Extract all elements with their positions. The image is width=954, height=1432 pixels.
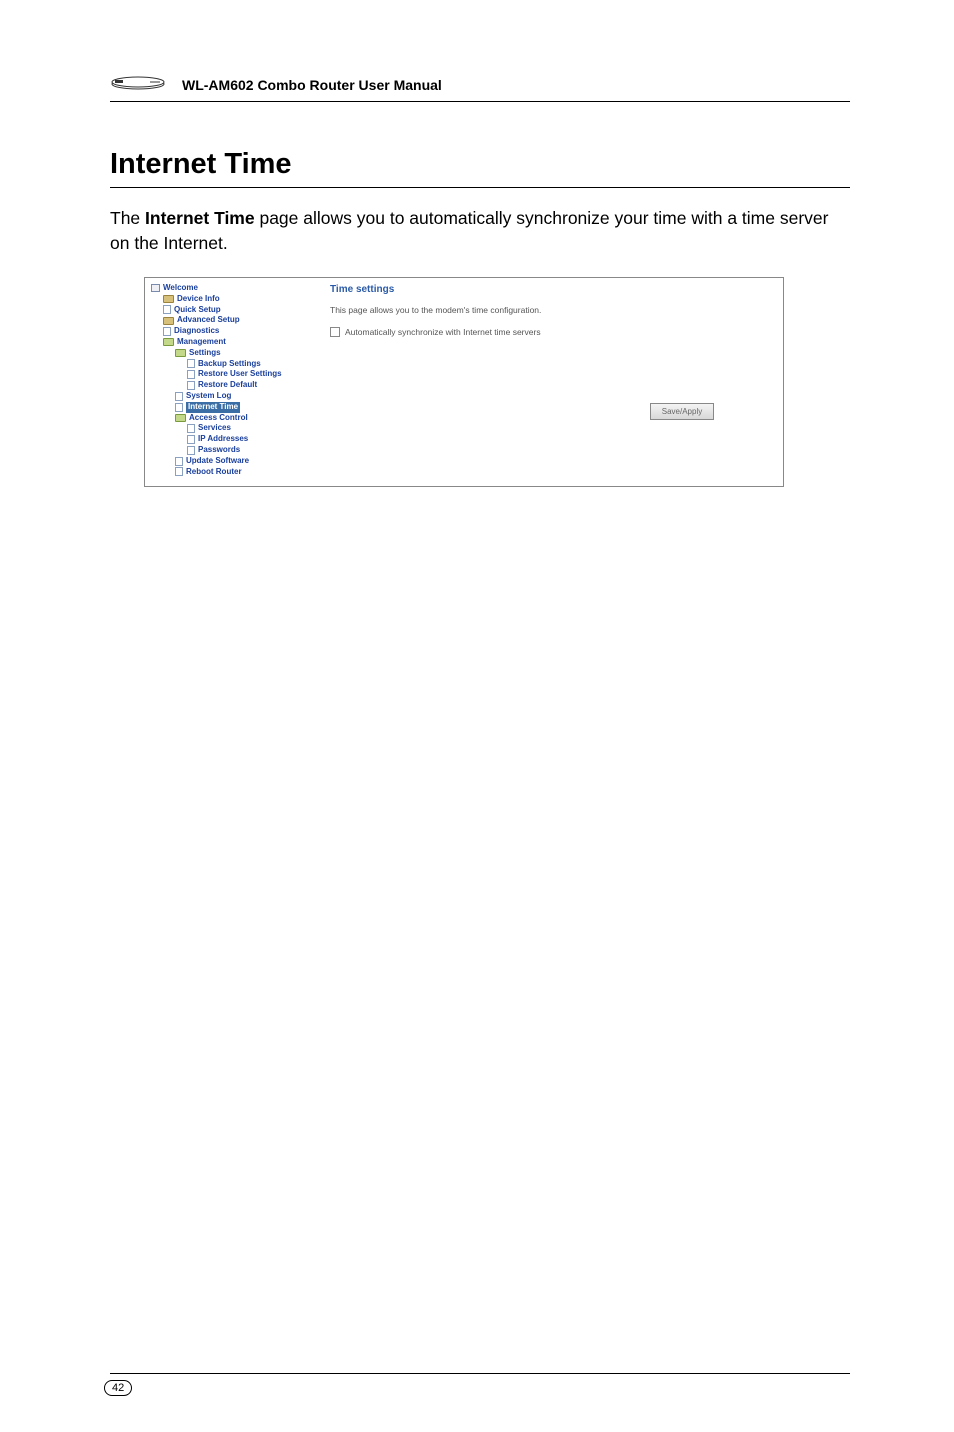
folder-icon: [163, 317, 174, 325]
content-heading: Time settings: [330, 284, 773, 295]
expand-icon: [151, 284, 160, 292]
tree-item-internet-time[interactable]: Internet Time: [151, 402, 320, 413]
page-icon: [163, 327, 171, 336]
tree-item-management[interactable]: Management: [151, 337, 320, 348]
folder-icon: [163, 295, 174, 303]
save-apply-button[interactable]: Save/Apply: [650, 403, 714, 420]
folder-open-icon: [175, 414, 186, 422]
tree-item-restore-default[interactable]: Restore Default: [151, 380, 320, 391]
navigation-tree: Welcome Device Info Quick Setup Advanced…: [145, 278, 320, 486]
page-icon: [187, 370, 195, 379]
manual-title: WL-AM602 Combo Router User Manual: [182, 77, 442, 93]
page-number: 42: [104, 1380, 132, 1396]
folder-open-icon: [175, 349, 186, 357]
tree-root[interactable]: Welcome: [151, 283, 320, 294]
page-icon: [175, 403, 183, 412]
page-icon: [187, 359, 195, 368]
tree-selected-label: Internet Time: [186, 402, 240, 413]
footer-rule: [110, 1373, 850, 1374]
page-icon: [187, 446, 195, 455]
tree-item-backup-settings[interactable]: Backup Settings: [151, 359, 320, 370]
page-icon: [163, 305, 171, 314]
tree-item-quick-setup[interactable]: Quick Setup: [151, 305, 320, 316]
tree-item-restore-user-settings[interactable]: Restore User Settings: [151, 369, 320, 380]
embedded-screenshot: Welcome Device Info Quick Setup Advanced…: [144, 277, 784, 487]
tree-item-settings[interactable]: Settings: [151, 348, 320, 359]
page-content: WL-AM602 Combo Router User Manual Intern…: [110, 72, 850, 487]
page-icon: [187, 381, 195, 390]
tree-item-system-log[interactable]: System Log: [151, 391, 320, 402]
sync-checkbox-label: Automatically synchronize with Internet …: [345, 327, 541, 337]
tree-item-update-software[interactable]: Update Software: [151, 456, 320, 467]
tree-item-passwords[interactable]: Passwords: [151, 445, 320, 456]
page-icon: [187, 435, 195, 444]
tree-item-advanced-setup[interactable]: Advanced Setup: [151, 315, 320, 326]
tree-item-diagnostics[interactable]: Diagnostics: [151, 326, 320, 337]
page-icon: [175, 392, 183, 401]
sync-checkbox-row: Automatically synchronize with Internet …: [330, 327, 773, 337]
tree-item-reboot-router[interactable]: Reboot Router: [151, 467, 320, 478]
body-strong: Internet Time: [145, 208, 255, 228]
section-body: The Internet Time page allows you to aut…: [110, 206, 850, 255]
tree-item-device-info[interactable]: Device Info: [151, 294, 320, 305]
sync-checkbox[interactable]: [330, 327, 340, 337]
body-prefix: The: [110, 208, 145, 228]
router-icon: [110, 72, 166, 97]
content-description: This page allows you to the modem's time…: [330, 305, 773, 315]
section-title: Internet Time: [110, 148, 850, 188]
tree-item-access-control[interactable]: Access Control: [151, 413, 320, 424]
tree-item-services[interactable]: Services: [151, 423, 320, 434]
content-panel: Time settings This page allows you to th…: [320, 278, 783, 486]
page-icon: [175, 457, 183, 466]
document-header: WL-AM602 Combo Router User Manual: [110, 72, 850, 102]
tree-item-ip-addresses[interactable]: IP Addresses: [151, 434, 320, 445]
folder-open-icon: [163, 338, 174, 346]
page-icon: [175, 467, 183, 476]
page-icon: [187, 424, 195, 433]
